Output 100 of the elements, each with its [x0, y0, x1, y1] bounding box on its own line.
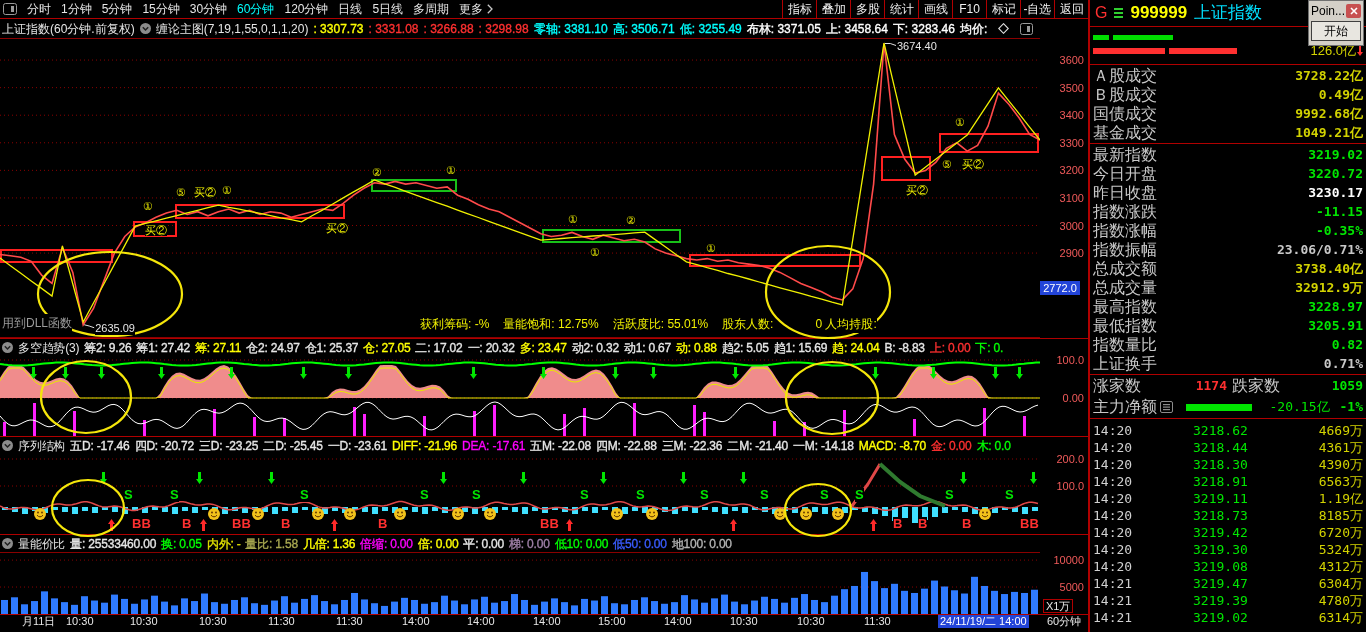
collapse-icon[interactable] [2, 538, 13, 549]
indicator-readout: 动: 0.88 [676, 339, 717, 357]
up-arrow-icon [870, 519, 877, 531]
volume-bar [41, 591, 48, 614]
volume-bar [661, 603, 668, 614]
toolbar-button[interactable]: 标记 [986, 0, 1020, 18]
volume-bar [651, 601, 658, 614]
axis-label: 0.00 [1062, 392, 1084, 405]
period-tab[interactable]: 120分钟 [284, 0, 329, 19]
volume-bar [121, 598, 128, 614]
volume-bar [781, 602, 788, 614]
smiley-icon [646, 508, 658, 520]
field-value: 32912.9万 [1295, 279, 1363, 297]
period-tab[interactable]: 更多 [459, 0, 484, 19]
period-tab[interactable]: 分时 [27, 0, 51, 19]
up-arrow-icon [566, 519, 573, 531]
toolbar-button[interactable]: -自选 [1020, 0, 1054, 18]
down-arrow-icon [600, 472, 607, 484]
toolbar-button[interactable]: 统计 [884, 0, 918, 18]
smiley-icon [34, 508, 46, 520]
period-tab[interactable]: 30分钟 [189, 0, 228, 19]
leader-line [884, 42, 897, 46]
volume-bar [221, 603, 228, 614]
toolbar-button[interactable]: 多股 [850, 0, 884, 18]
volume-bar [51, 598, 58, 614]
volume-bar [91, 600, 98, 614]
indicator-readout: 梯: 0.00 [509, 535, 550, 553]
time-label: 14:00 [467, 615, 495, 628]
period-tab[interactable]: 1分钟 [61, 0, 92, 19]
volume-bar [951, 590, 958, 614]
period-tab[interactable]: 5分钟 [101, 0, 133, 19]
volume-bar [161, 601, 168, 614]
axis-label: 3100 [1059, 191, 1084, 205]
toolbar-button[interactable]: 画线 [918, 0, 952, 18]
axis-label: 200.0 [1056, 453, 1084, 466]
start-button[interactable]: 开始 [1311, 21, 1361, 41]
dropdown-icon[interactable] [139, 23, 151, 34]
volume-bar [531, 604, 538, 614]
list-icon[interactable] [1160, 401, 1173, 413]
field-label: 最高指数 [1093, 297, 1157, 316]
down-arrow-icon [470, 367, 477, 379]
sell-signal-label: S [420, 488, 429, 502]
volume-bar [21, 604, 28, 614]
time-label: 11:30 [336, 615, 363, 628]
signal-label: ① [446, 164, 456, 176]
panel-toggle-icon[interactable] [1020, 22, 1034, 35]
menu-icon[interactable] [1114, 8, 1124, 18]
indicator-readout: 动1: 0.67 [623, 339, 671, 357]
close-button[interactable] [1346, 4, 1361, 18]
period-tab[interactable]: 日线 [338, 0, 363, 19]
net-flow-percent: -1% [1339, 398, 1363, 417]
field-label: 主力净额 [1093, 397, 1157, 417]
indicator-readout: 筹2: 9.26 [84, 339, 132, 357]
toolbar-button[interactable]: 叠加 [816, 0, 850, 18]
period-tab[interactable]: 15分钟 [142, 0, 180, 19]
volume-bar [971, 576, 978, 614]
buy-signal-label: B [378, 517, 388, 531]
diamond-icon[interactable] [998, 23, 1010, 34]
axis-label: 3300 [1059, 136, 1084, 150]
toolbar-button[interactable]: 指标 [782, 0, 816, 18]
stat-text: 0 人均持股: [815, 315, 877, 333]
volume-bar [911, 592, 918, 614]
period-tab[interactable]: 60分钟 [237, 0, 275, 19]
current-price-tag: 2772.0 [1040, 281, 1080, 296]
toolbar-button[interactable]: F10 [952, 0, 986, 18]
volume-bar [561, 602, 568, 614]
indicator-readout: 布林: 3371.05 [746, 20, 821, 38]
volume-bar [741, 604, 748, 614]
collapse-icon[interactable] [2, 342, 13, 353]
volume-bar [721, 594, 728, 614]
panel-toggle-icon[interactable] [3, 3, 17, 15]
volume-bar [691, 599, 698, 614]
volume-bar [491, 602, 498, 614]
smiley-icon [611, 508, 623, 520]
volume-bar [571, 605, 578, 614]
volume-bar [611, 603, 618, 614]
volume-bar [1021, 592, 1028, 614]
field-value: -11.15 [1316, 203, 1363, 221]
indicator-readout: MACD: -8.70 [858, 437, 926, 455]
buy-signal-label: B [918, 517, 928, 531]
indicator-readout: 内外: - [206, 535, 241, 553]
volume-bar [171, 605, 178, 614]
toolbar-button[interactable]: 返回 [1054, 0, 1088, 18]
tick-price: 3219.02 [1193, 609, 1248, 626]
down-arrow-icon [158, 367, 165, 379]
axis-label: 2900 [1059, 247, 1084, 261]
collapse-icon[interactable] [2, 440, 13, 451]
volume-bar [431, 602, 438, 614]
down-arrow-icon [1357, 46, 1363, 56]
field-label: 最新指数 [1093, 145, 1157, 164]
chevron-right-icon[interactable] [487, 4, 494, 14]
volume-bar [271, 600, 278, 614]
volume-bar [541, 601, 548, 614]
field-value: 3220.72 [1308, 165, 1363, 183]
volume-bar [291, 602, 298, 614]
period-tab[interactable]: 5日线 [372, 0, 404, 19]
indicator-readout: 下: 0. [975, 339, 1004, 357]
down-arrow-icon [62, 367, 69, 379]
period-tab[interactable]: 多周期 [413, 0, 450, 19]
volume-bar [201, 593, 208, 614]
